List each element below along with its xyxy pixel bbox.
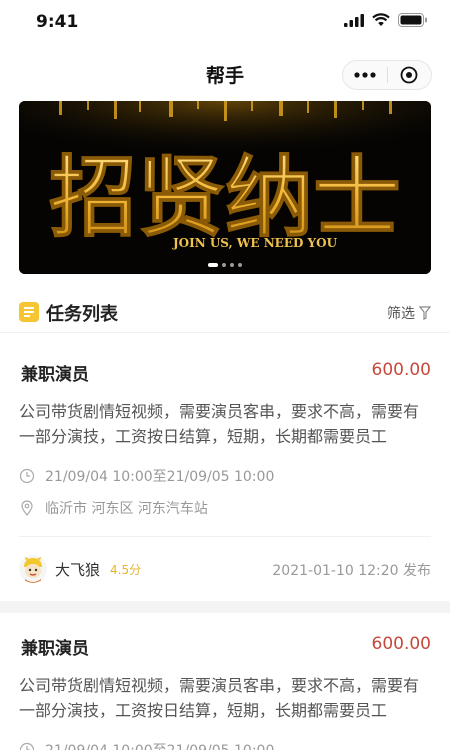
task-price: 600.00 <box>371 360 431 380</box>
task-time: 21/09/04 10:00至21/09/05 10:00 <box>19 740 274 750</box>
task-title: 兼职演员 <box>21 639 89 659</box>
task-time: 21/09/04 10:00至21/09/05 10:00 <box>19 466 274 486</box>
card-divider <box>19 536 431 537</box>
signal-icon <box>344 13 364 27</box>
banner-headline: 招贤纳士 <box>49 145 401 249</box>
status-time: 9:41 <box>36 12 79 32</box>
card-gap <box>0 601 450 613</box>
task-title: 兼职演员 <box>21 365 89 385</box>
task-list-header: 任务列表 筛选 <box>19 300 431 325</box>
wifi-icon <box>372 13 390 26</box>
filter-icon <box>419 306 431 320</box>
banner-image: 招贤纳士 JOIN US, WE NEED YOU <box>19 101 431 274</box>
section-title: 任务列表 <box>46 304 118 325</box>
banner-tagline: JOIN US, WE NEED YOU <box>172 236 338 250</box>
section-divider <box>0 332 450 333</box>
close-button[interactable] <box>387 60 431 90</box>
carousel-dot[interactable] <box>222 263 226 267</box>
avatar[interactable] <box>19 555 47 583</box>
publisher-score: 4.5分 <box>110 563 142 577</box>
task-card[interactable]: 兼职演员 600.00 公司带货剧情短视频，需要演员客串，要求不高，需要有一部分… <box>0 634 450 750</box>
location-pin-icon <box>21 500 33 516</box>
banner-carousel[interactable]: 招贤纳士 JOIN US, WE NEED YOU <box>19 101 431 274</box>
task-description: 公司带货剧情短视频，需要演员客串，要求不高，需要有一部分演技，工资按日结算，短期… <box>19 676 420 720</box>
carousel-dot[interactable] <box>230 263 234 267</box>
carousel-dots <box>19 263 431 267</box>
battery-icon <box>398 13 427 27</box>
task-location-text: 临沂市 河东区 河东汽车站 <box>45 501 208 517</box>
filter-label: 筛选 <box>387 306 415 322</box>
more-icon <box>354 72 376 78</box>
more-button[interactable] <box>343 60 387 90</box>
task-card[interactable]: 兼职演员 600.00 公司带货剧情短视频，需要演员客串，要求不高，需要有一部分… <box>0 360 450 601</box>
mini-program-capsule <box>342 60 432 90</box>
task-description: 公司带货剧情短视频，需要演员客串，要求不高，需要有一部分演技，工资按日结算，短期… <box>19 402 420 446</box>
task-time-range: 21/09/04 10:00至21/09/05 10:00 <box>45 469 275 485</box>
task-price: 600.00 <box>371 634 431 654</box>
publisher-name: 大飞狼 <box>55 561 101 579</box>
status-icons <box>344 13 428 27</box>
publisher-row: 大飞狼 4.5分 2021-01-10 12:20 发布 <box>19 555 431 583</box>
status-bar: 9:41 <box>0 0 450 44</box>
list-icon <box>19 302 39 322</box>
close-target-icon <box>400 66 418 84</box>
carousel-dot[interactable] <box>238 263 242 267</box>
clock-icon <box>19 468 35 484</box>
filter-button[interactable]: 筛选 <box>387 303 431 323</box>
carousel-dot[interactable] <box>208 263 218 267</box>
clock-icon <box>19 742 35 750</box>
task-location: 临沂市 河东区 河东汽车站 <box>19 498 208 518</box>
task-time-range: 21/09/04 10:00至21/09/05 10:00 <box>45 740 274 750</box>
publish-time: 2021-01-10 12:20 发布 <box>272 563 431 579</box>
